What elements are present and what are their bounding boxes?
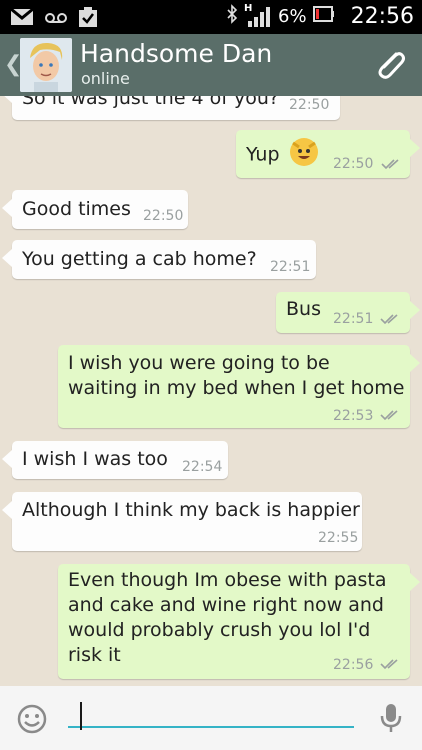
double-check-icon [380, 659, 398, 670]
message-bubble-incoming[interactable]: So it was just the 4 of you? 22:50 [2, 96, 340, 120]
message-bubble-outgoing[interactable]: Yup 22:50 [236, 130, 420, 178]
message-time: 22:54 [182, 459, 223, 475]
status-bar: H 6% 22:56 [0, 0, 422, 34]
contact-status: online [81, 69, 130, 88]
contact-name[interactable]: Handsome Dan [80, 39, 272, 68]
message-text-line: Even though Im obese with pasta [68, 569, 387, 591]
message-time: 22:55 [318, 530, 359, 546]
voicemail-icon [44, 10, 68, 29]
message-text: Although I think my back is happier [22, 499, 360, 521]
message-time: 22:56 [333, 657, 374, 673]
bluetooth-icon [226, 4, 238, 29]
paperclip-icon[interactable] [372, 46, 408, 86]
message-bubble-incoming[interactable]: Although I think my back is happier 22:5… [2, 492, 362, 551]
chat-header: ❮ Handsome Dan online [0, 34, 422, 96]
message-time: 22:53 [333, 408, 374, 424]
double-check-icon [380, 314, 398, 325]
message-text: Bus [286, 298, 321, 320]
battery-percent: 6% [278, 6, 307, 27]
message-text-line: waiting in my bed when I get home [68, 377, 405, 399]
message-text-line: and cake and wine right now and [68, 594, 384, 616]
message-text: Yup [246, 138, 318, 169]
message-input-bar [0, 686, 422, 750]
message-text: I wish I was too [22, 448, 168, 470]
signal-icon: H [244, 3, 272, 29]
message-text-line: risk it [68, 644, 121, 666]
message-time: 22:51 [270, 259, 311, 275]
double-check-icon [381, 159, 399, 170]
message-bubble-outgoing[interactable]: Even though Im obese with pasta and cake… [58, 564, 420, 679]
message-time: 22:50 [333, 156, 374, 172]
message-bubble-outgoing[interactable]: Bus 22:51 [276, 292, 420, 333]
gmail-icon [10, 7, 34, 30]
emoji-icon[interactable] [16, 703, 48, 739]
system-indicators: H 6% 22:56 [226, 3, 414, 29]
clock: 22:56 [350, 4, 414, 29]
message-text-line: I wish you were going to be [68, 352, 330, 374]
smiling-cat-emoji-icon [289, 138, 318, 166]
message-text: Good times [22, 198, 131, 220]
message-time: 22:51 [333, 311, 374, 327]
chat-messages[interactable]: So it was just the 4 of you? 22:50 Yup 2… [0, 96, 422, 686]
message-text: You getting a cab home? [22, 248, 257, 270]
download-check-icon [78, 6, 98, 32]
message-text-line: would probably crush you lol I'd [68, 619, 371, 641]
message-bubble-outgoing[interactable]: I wish you were going to be waiting in m… [58, 345, 420, 428]
message-input[interactable] [68, 702, 354, 730]
message-time: 22:50 [289, 97, 330, 113]
message-text: So it was just the 4 of you? [22, 96, 280, 109]
microphone-icon[interactable] [379, 702, 403, 738]
message-bubble-incoming[interactable]: You getting a cab home? 22:51 [2, 240, 316, 279]
message-time: 22:50 [143, 208, 184, 224]
notification-icons [10, 6, 98, 32]
message-bubble-incoming[interactable]: I wish I was too 22:54 [2, 441, 228, 479]
text-cursor [80, 702, 82, 730]
avatar[interactable] [20, 38, 72, 92]
battery-icon [312, 6, 335, 27]
double-check-icon [380, 410, 398, 421]
message-bubble-incoming[interactable]: Good times 22:50 [2, 190, 188, 229]
